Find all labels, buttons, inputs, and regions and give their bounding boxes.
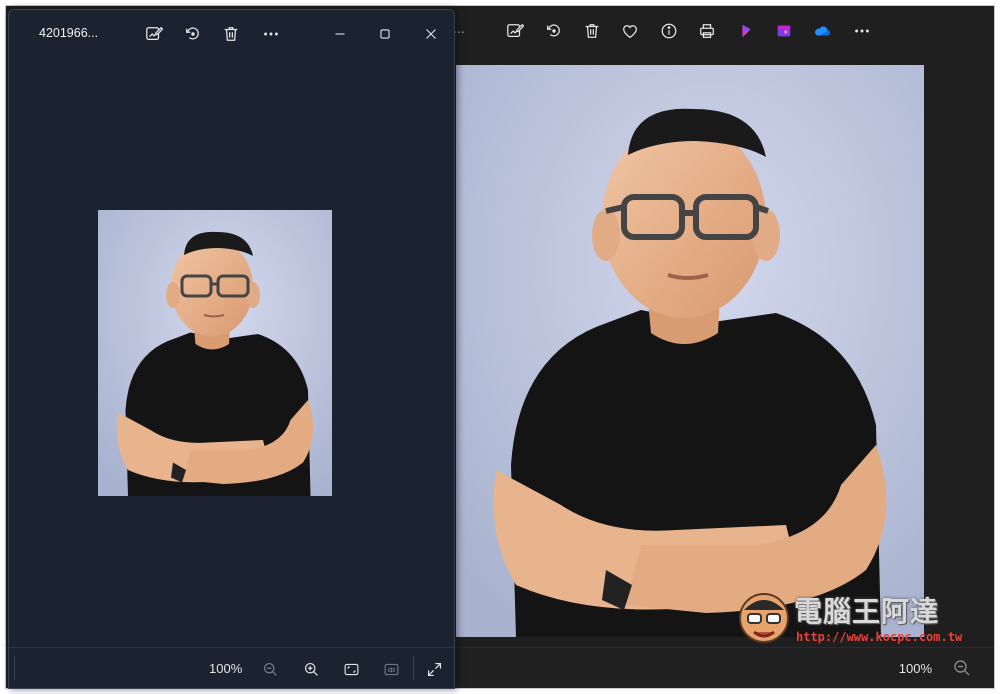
print-button[interactable] [694, 18, 720, 44]
maximize-button[interactable] [372, 21, 398, 47]
edit-image-icon [146, 26, 163, 41]
info-icon [661, 23, 677, 39]
main-zoom-level: 100% [898, 661, 932, 676]
close-icon [426, 29, 436, 39]
full-screen-button[interactable] [423, 658, 445, 680]
watermark-text: 電腦王阿達 [794, 595, 940, 628]
favorite-button[interactable] [617, 18, 643, 44]
info-button[interactable] [656, 18, 682, 44]
more-button[interactable] [849, 18, 875, 44]
minimize-icon [335, 33, 345, 35]
window-title: 4201966... [39, 26, 99, 40]
watermark: 電腦王阿達 http://www.kocpc.com.tw [736, 584, 981, 654]
more-icon [264, 32, 278, 36]
more-icon [855, 29, 869, 33]
status-divider [413, 656, 414, 680]
designer-button[interactable] [771, 18, 797, 44]
front-photos-window: 4201966... 100% [8, 9, 455, 689]
rotate-button[interactable] [180, 21, 206, 47]
delete-icon [224, 27, 238, 41]
onedrive-button[interactable] [809, 18, 835, 44]
front-zoom-level: 100% [209, 661, 243, 676]
clipchamp-button[interactable] [733, 18, 759, 44]
more-button[interactable] [258, 21, 284, 47]
status-divider [14, 656, 15, 680]
rotate-icon [186, 27, 199, 40]
rotate-button[interactable] [541, 18, 567, 44]
zoom-out-icon [954, 660, 970, 676]
zoom-out-icon [263, 662, 277, 676]
close-button[interactable] [418, 21, 444, 47]
clipchamp-icon [742, 24, 751, 38]
edit-image-button[interactable] [141, 21, 167, 47]
edit-image-icon [507, 23, 524, 38]
fit-window-icon [344, 663, 358, 675]
zoom-in-icon [304, 662, 318, 676]
delete-button[interactable] [579, 18, 605, 44]
actual-size-icon [384, 663, 398, 675]
watermark-mascot-icon [739, 593, 789, 643]
main-photo [456, 65, 924, 637]
print-icon [700, 24, 714, 38]
delete-button[interactable] [218, 21, 244, 47]
edit-image-button[interactable] [502, 18, 528, 44]
fit-to-window-button[interactable] [340, 658, 362, 680]
zoom-in-button[interactable] [300, 658, 322, 680]
designer-icon [777, 25, 791, 37]
minimize-button[interactable] [327, 21, 353, 47]
expand-icon [427, 662, 441, 676]
favorite-icon [623, 25, 637, 39]
maximize-icon [380, 29, 390, 39]
onedrive-icon [815, 26, 831, 36]
zoom-out-button[interactable] [259, 658, 281, 680]
watermark-url: http://www.kocpc.com.tw [796, 630, 963, 644]
actual-size-button[interactable] [380, 658, 402, 680]
front-status-bar: 100% [9, 647, 454, 688]
delete-icon [585, 24, 599, 38]
main-zoom-out-button[interactable] [952, 658, 972, 678]
photo-preview [98, 210, 332, 496]
rotate-icon [547, 24, 560, 37]
